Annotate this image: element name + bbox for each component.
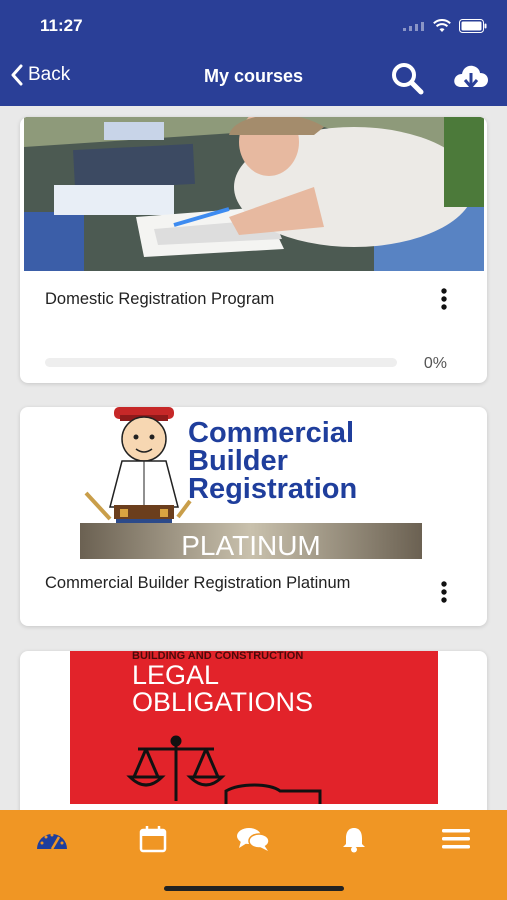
tab-menu[interactable] [438,824,474,854]
course-more-button[interactable] [434,286,454,316]
battery-icon [459,19,487,33]
course-card[interactable]: Domestic Registration Program 0% [20,117,487,383]
course-card[interactable]: BUILDING AND CONSTRUCTION LEGAL OBLIGATI… [20,651,487,810]
course-thumbnail-photo [24,117,484,271]
bell-icon [343,828,365,853]
bottom-tab-bar [0,810,507,900]
home-indicator [164,886,344,891]
tab-messages[interactable] [235,824,271,854]
cellular-signal-icon [403,22,424,31]
dashboard-gauge-icon [37,833,67,850]
cloud-download-icon [454,65,488,90]
calendar-icon [139,826,167,853]
cloud-download-button[interactable] [452,60,490,96]
hamburger-menu-icon [442,829,470,849]
more-vertical-icon [441,581,447,603]
more-vertical-icon [441,288,447,310]
courses-list[interactable]: Domestic Registration Program 0% Commerc… [0,106,507,810]
thumbnail-line3: Registration [188,473,357,505]
search-button[interactable] [389,60,425,96]
thumbnail-banner: PLATINUM [181,530,321,561]
thumbnail-line2: OBLIGATIONS [132,687,313,717]
tab-calendar[interactable] [135,824,171,854]
chat-bubbles-icon [237,828,270,851]
course-progress-label: 0% [423,355,447,372]
wifi-icon [433,19,451,32]
course-progress-bar [45,358,397,367]
app-header: 11:27 Back My courses [0,0,507,106]
search-icon [392,63,424,95]
course-card[interactable]: Commercial Builder Registration PLATINUM… [20,407,487,626]
tab-dashboard[interactable] [34,824,70,854]
course-more-button[interactable] [434,579,454,609]
thumbnail-line1: LEGAL [132,660,219,690]
course-thumbnail-legal-obligations: BUILDING AND CONSTRUCTION LEGAL OBLIGATI… [70,651,438,804]
course-title[interactable]: Domestic Registration Program [45,289,274,309]
status-time: 11:27 [40,16,83,35]
tab-notifications[interactable] [336,824,372,854]
course-title[interactable]: Commercial Builder Registration Platinum [45,573,375,593]
course-thumbnail-commercial-builder: Commercial Builder Registration PLATINUM [80,407,422,561]
status-icons [403,16,487,36]
page-title: My courses [203,66,304,86]
